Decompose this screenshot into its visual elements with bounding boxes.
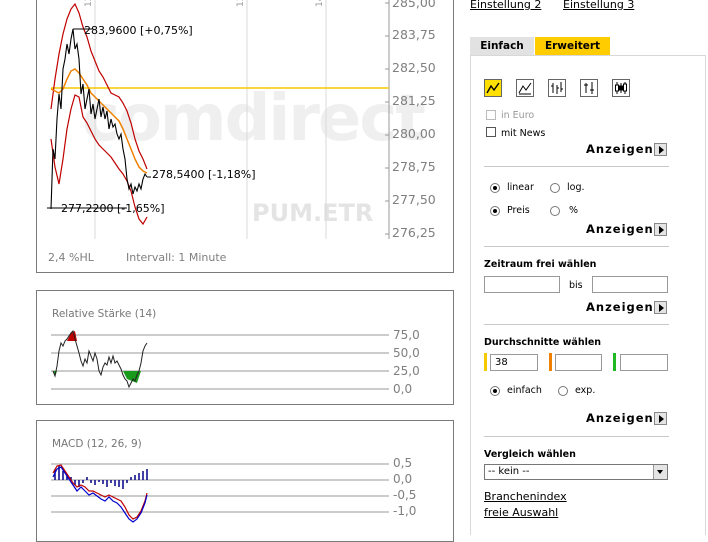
- price-chart-svg: 12 13 14: [47, 0, 390, 239]
- macd-y-label: 0,0: [393, 472, 413, 486]
- anzeigen-label-3: Anzeigen: [586, 300, 654, 314]
- annotation-high: 283,9600 [+0,75%]: [84, 24, 193, 37]
- freie-auswahl-link[interactable]: freie Auswahl: [484, 506, 558, 519]
- price-line: [50, 28, 148, 210]
- y-label: 281,25: [392, 93, 436, 108]
- candlestick-chart-icon[interactable]: [612, 79, 630, 97]
- rsi-line: [52, 330, 148, 389]
- annotation-low: 277,2200 [-1,65%]: [61, 202, 165, 215]
- percent-radio[interactable]: [550, 206, 560, 216]
- log-label: log.: [567, 182, 585, 193]
- rsi-y-label: 75,0: [393, 328, 420, 342]
- macd-y-label: -1,0: [393, 504, 417, 518]
- y-label: 278,75: [392, 159, 436, 174]
- price-chart-panel: comdirect PUM.ETR 12 13 14 283,9600 [+0,…: [36, 0, 454, 273]
- rsi-y-label: 25,0: [393, 364, 420, 378]
- macd-y-label: -0,5: [393, 488, 417, 502]
- einstellung-2-link[interactable]: Einstellung 2: [470, 0, 541, 11]
- exp-radio[interactable]: [558, 386, 568, 396]
- anzeigen-button-2[interactable]: [654, 223, 667, 236]
- preis-radio[interactable]: [490, 206, 500, 216]
- zeitraum-to-input[interactable]: [592, 276, 668, 293]
- macd-svg: [51, 463, 389, 523]
- divider: [484, 166, 669, 167]
- mit-news-label: mit News: [501, 128, 546, 139]
- anzeigen-button-4[interactable]: [654, 412, 667, 425]
- mit-news-checkbox[interactable]: [486, 127, 496, 137]
- zeitraum-from-input[interactable]: [484, 276, 560, 293]
- avg-color-swatch-1: [484, 353, 487, 371]
- vergleich-select[interactable]: -- kein --: [484, 464, 668, 480]
- tab-einfach[interactable]: Einfach: [470, 37, 534, 55]
- avg-color-swatch-2: [549, 353, 552, 371]
- svg-text:13: 13: [236, 0, 246, 7]
- anzeigen-button-1[interactable]: [654, 143, 667, 156]
- annotation-last: 278,5400 [-1,18%]: [152, 168, 256, 181]
- chevron-down-icon[interactable]: [653, 465, 667, 479]
- zeitraum-title: Zeitraum frei wählen: [484, 259, 597, 270]
- y-label: 276,25: [392, 225, 436, 240]
- avg-input-3[interactable]: [620, 354, 668, 371]
- einstellung-3-link[interactable]: Einstellung 3: [563, 0, 634, 11]
- hl-text: 2,4 %HL: [48, 251, 94, 264]
- divider: [484, 246, 669, 247]
- anzeigen-label-4: Anzeigen: [586, 411, 654, 425]
- svg-text:12: 12: [84, 0, 94, 7]
- rsi-y-label: 50,0: [393, 346, 420, 360]
- svg-text:14: 14: [315, 0, 325, 7]
- line-chart-icon[interactable]: [484, 79, 502, 97]
- percent-label: %: [569, 205, 579, 216]
- log-radio[interactable]: [550, 183, 560, 193]
- anzeigen-label-1: Anzeigen: [586, 142, 654, 156]
- tab-erweitert[interactable]: Erweitert: [535, 37, 610, 55]
- interval-text: Intervall: 1 Minute: [126, 251, 227, 264]
- anzeigen-label-2: Anzeigen: [586, 222, 654, 236]
- y-label: 285,00: [392, 0, 436, 10]
- macd-y-label: 0,5: [393, 456, 413, 470]
- anzeigen-button-3[interactable]: [654, 301, 667, 314]
- bar-chart-icon[interactable]: [580, 79, 598, 97]
- vergleich-selected-value: -- kein --: [488, 466, 530, 477]
- rsi-y-label: 0,0: [393, 382, 413, 396]
- einfach-radio[interactable]: [490, 386, 500, 396]
- rsi-svg: [51, 330, 389, 390]
- y-label: 283,75: [392, 27, 436, 42]
- settings-panel-border: [470, 55, 706, 535]
- bis-label: bis: [569, 280, 583, 291]
- ohlc-chart-icon[interactable]: [548, 79, 566, 97]
- linear-radio[interactable]: [490, 183, 500, 193]
- preis-label: Preis: [507, 205, 530, 216]
- durchschnitte-title: Durchschnitte wählen: [484, 337, 602, 348]
- in-euro-checkbox[interactable]: [486, 110, 496, 120]
- rsi-panel: Relative Stärke (14) 75,0 50,0 25,0 0,0: [36, 290, 454, 405]
- avg-line-38: [50, 68, 148, 174]
- divider: [484, 324, 669, 325]
- avg-input-1[interactable]: [490, 354, 538, 371]
- branchenindex-link[interactable]: Branchenindex: [484, 490, 567, 503]
- y-label: 277,50: [392, 192, 436, 207]
- linear-label: linear: [507, 182, 534, 193]
- y-label: 282,50: [392, 60, 436, 75]
- exp-label: exp.: [575, 385, 596, 396]
- in-euro-label: in Euro: [501, 110, 535, 121]
- macd-panel: MACD (12, 26, 9) 0,5 0,0 -0,5 -1,0: [36, 420, 454, 542]
- avg-input-2[interactable]: [555, 354, 602, 371]
- avg-color-swatch-3: [613, 353, 616, 371]
- y-label: 280,00: [392, 126, 436, 141]
- mountain-chart-icon[interactable]: [516, 79, 534, 97]
- einfach-label: einfach: [507, 385, 542, 396]
- vergleich-title: Vergleich wählen: [484, 449, 576, 460]
- divider: [484, 436, 669, 437]
